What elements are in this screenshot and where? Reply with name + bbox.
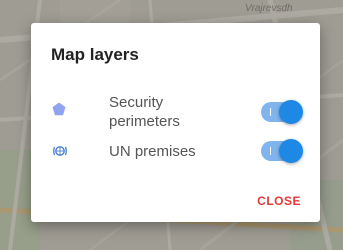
map-layers-dialog: Map layers Security perimeters UN premis… xyxy=(31,23,320,222)
toggle-on-mark xyxy=(270,147,271,155)
close-button[interactable]: CLOSE xyxy=(257,194,301,208)
layer-label-line: Security xyxy=(109,94,164,111)
dialog-title: Map layers xyxy=(51,45,139,64)
layer-label-security-perimeters: Security perimeters xyxy=(109,93,219,131)
layer-row-security-perimeters: Security perimeters xyxy=(31,92,320,132)
layer-label-un-premises: UN premises xyxy=(109,143,196,160)
layer-row-un-premises: UN premises xyxy=(31,139,320,163)
toggle-knob xyxy=(279,100,303,124)
un-premises-toggle[interactable] xyxy=(261,139,303,163)
security-perimeters-toggle[interactable] xyxy=(261,100,303,124)
layer-label-line: perimeters xyxy=(109,113,180,130)
un-emblem-icon xyxy=(52,143,68,164)
pentagon-icon xyxy=(52,102,66,121)
toggle-on-mark xyxy=(270,108,271,116)
toggle-knob xyxy=(279,139,303,163)
